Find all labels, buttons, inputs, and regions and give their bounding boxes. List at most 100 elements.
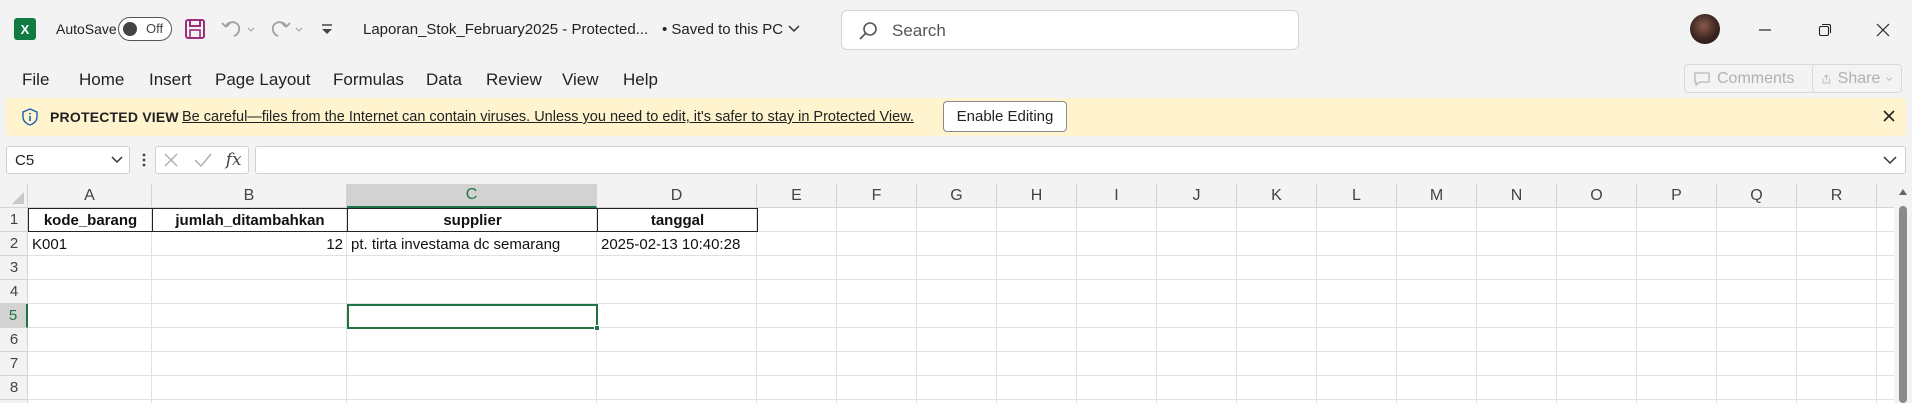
shield-info-icon: [22, 108, 38, 126]
quick-access-customize-icon[interactable]: [318, 16, 336, 42]
active-cell-selection[interactable]: [347, 304, 600, 331]
autosave-toggle[interactable]: Off: [118, 17, 172, 41]
column-header-e[interactable]: E: [757, 184, 837, 208]
row-header-3[interactable]: 3: [0, 256, 28, 280]
tab-insert[interactable]: Insert: [149, 70, 192, 90]
cell-a2[interactable]: K001: [28, 232, 152, 256]
undo-icon[interactable]: [220, 16, 256, 42]
save-status-text: • Saved to this PC: [662, 21, 784, 38]
scroll-up-arrow-icon[interactable]: [1898, 188, 1908, 196]
column-header-j[interactable]: J: [1157, 184, 1237, 208]
share-label: Share: [1837, 69, 1881, 87]
save-status[interactable]: • Saved to this PC: [662, 21, 801, 38]
name-box[interactable]: C5: [6, 146, 130, 174]
gridline-horizontal: [28, 399, 1894, 400]
row-header-2[interactable]: 2: [0, 232, 28, 256]
tab-view[interactable]: View: [562, 70, 599, 90]
more-options-icon[interactable]: [141, 152, 147, 168]
column-header-d[interactable]: D: [597, 184, 757, 208]
minimize-button[interactable]: [1750, 15, 1780, 45]
cell-a1[interactable]: kode_barang: [28, 208, 153, 232]
enable-editing-button[interactable]: Enable Editing: [943, 101, 1067, 132]
gridline-vertical: [1876, 208, 1877, 403]
row-header-5[interactable]: 5: [0, 304, 28, 328]
cell-b2[interactable]: 12: [152, 232, 347, 256]
vertical-scrollbar[interactable]: [1894, 184, 1912, 403]
fill-handle[interactable]: [594, 325, 600, 331]
search-box[interactable]: Search: [841, 10, 1299, 50]
tab-formulas[interactable]: Formulas: [333, 70, 404, 90]
save-icon[interactable]: [184, 16, 206, 42]
tab-help[interactable]: Help: [623, 70, 658, 90]
tab-review[interactable]: Review: [486, 70, 542, 90]
tab-page-layout[interactable]: Page Layout: [215, 70, 310, 90]
scrollbar-thumb[interactable]: [1899, 206, 1907, 403]
row-header-6[interactable]: 6: [0, 328, 28, 352]
restore-button[interactable]: [1810, 15, 1840, 45]
gridline-horizontal: [28, 375, 1894, 376]
column-header-i[interactable]: I: [1077, 184, 1157, 208]
tab-file[interactable]: File: [22, 70, 49, 90]
expand-formula-bar-icon[interactable]: [1883, 155, 1897, 165]
select-all-triangle-icon: [12, 192, 24, 204]
enter-check-icon[interactable]: [193, 151, 213, 169]
gridline-horizontal: [28, 279, 1894, 280]
cell-c1[interactable]: supplier: [347, 208, 598, 232]
gridline-horizontal: [28, 351, 1894, 352]
column-header-r[interactable]: R: [1797, 184, 1877, 208]
gridline-vertical: [1716, 208, 1717, 403]
row-header-1[interactable]: 1: [0, 208, 28, 232]
column-header-p[interactable]: P: [1637, 184, 1717, 208]
column-header-g[interactable]: G: [917, 184, 997, 208]
share-button[interactable]: Share: [1812, 64, 1902, 93]
redo-icon[interactable]: [268, 16, 304, 42]
cell-d2[interactable]: 2025-02-13 10:40:28: [597, 232, 757, 256]
gridline-vertical: [1396, 208, 1397, 403]
cell-c2[interactable]: pt. tirta investama dc semarang: [347, 232, 597, 256]
column-header-b[interactable]: B: [152, 184, 347, 208]
column-header-c[interactable]: C: [347, 184, 597, 208]
title-bar: X AutoSave Off Laporan_Stok_February2025…: [0, 0, 1912, 58]
close-window-button[interactable]: [1868, 15, 1898, 45]
column-header-o[interactable]: O: [1557, 184, 1637, 208]
gridline-vertical: [1636, 208, 1637, 403]
gridline-vertical: [1796, 208, 1797, 403]
row-header-4[interactable]: 4: [0, 280, 28, 304]
column-header-k[interactable]: K: [1237, 184, 1317, 208]
excel-logo-icon: X: [14, 18, 36, 40]
tab-data[interactable]: Data: [426, 70, 462, 90]
protected-view-bar: PROTECTED VIEW Be careful—files from the…: [6, 98, 1906, 136]
column-header-a[interactable]: A: [28, 184, 152, 208]
gridline-vertical: [916, 208, 917, 403]
gridline-vertical: [1476, 208, 1477, 403]
column-header-m[interactable]: M: [1397, 184, 1477, 208]
gridline-vertical: [996, 208, 997, 403]
chevron-down-icon: [1886, 76, 1893, 81]
gridline-vertical: [1316, 208, 1317, 403]
row-header-7[interactable]: 7: [0, 352, 28, 376]
protected-view-message-link[interactable]: Be careful—files from the Internet can c…: [182, 109, 914, 125]
select-all-corner[interactable]: [0, 184, 28, 208]
formula-input[interactable]: [255, 146, 1906, 174]
column-header-q[interactable]: Q: [1717, 184, 1797, 208]
gridline-horizontal: [28, 303, 1894, 304]
cell-d1[interactable]: tanggal: [597, 208, 758, 232]
column-header-l[interactable]: L: [1317, 184, 1397, 208]
column-headers: ABCDEFGHIJKLMNOPQR: [28, 184, 1894, 208]
autosave-state: Off: [146, 21, 164, 36]
insert-function-icon[interactable]: fx: [226, 150, 242, 170]
document-title[interactable]: Laporan_Stok_February2025 - Protected...: [363, 21, 648, 38]
column-header-n[interactable]: N: [1477, 184, 1557, 208]
row-header-8[interactable]: 8: [0, 376, 28, 400]
spreadsheet-grid: ABCDEFGHIJKLMNOPQR 12345678 kode_barang …: [0, 184, 1912, 403]
column-header-h[interactable]: H: [997, 184, 1077, 208]
close-icon[interactable]: [1881, 108, 1897, 124]
name-box-value: C5: [15, 152, 35, 169]
cell-b1[interactable]: jumlah_ditambahkan: [152, 208, 348, 232]
tab-home[interactable]: Home: [79, 70, 124, 90]
cell-area: kode_barang jumlah_ditambahkan supplier …: [28, 208, 1894, 403]
user-avatar[interactable]: [1690, 14, 1720, 44]
row-headers: 12345678: [0, 208, 28, 403]
cancel-icon[interactable]: [162, 151, 180, 169]
column-header-f[interactable]: F: [837, 184, 917, 208]
